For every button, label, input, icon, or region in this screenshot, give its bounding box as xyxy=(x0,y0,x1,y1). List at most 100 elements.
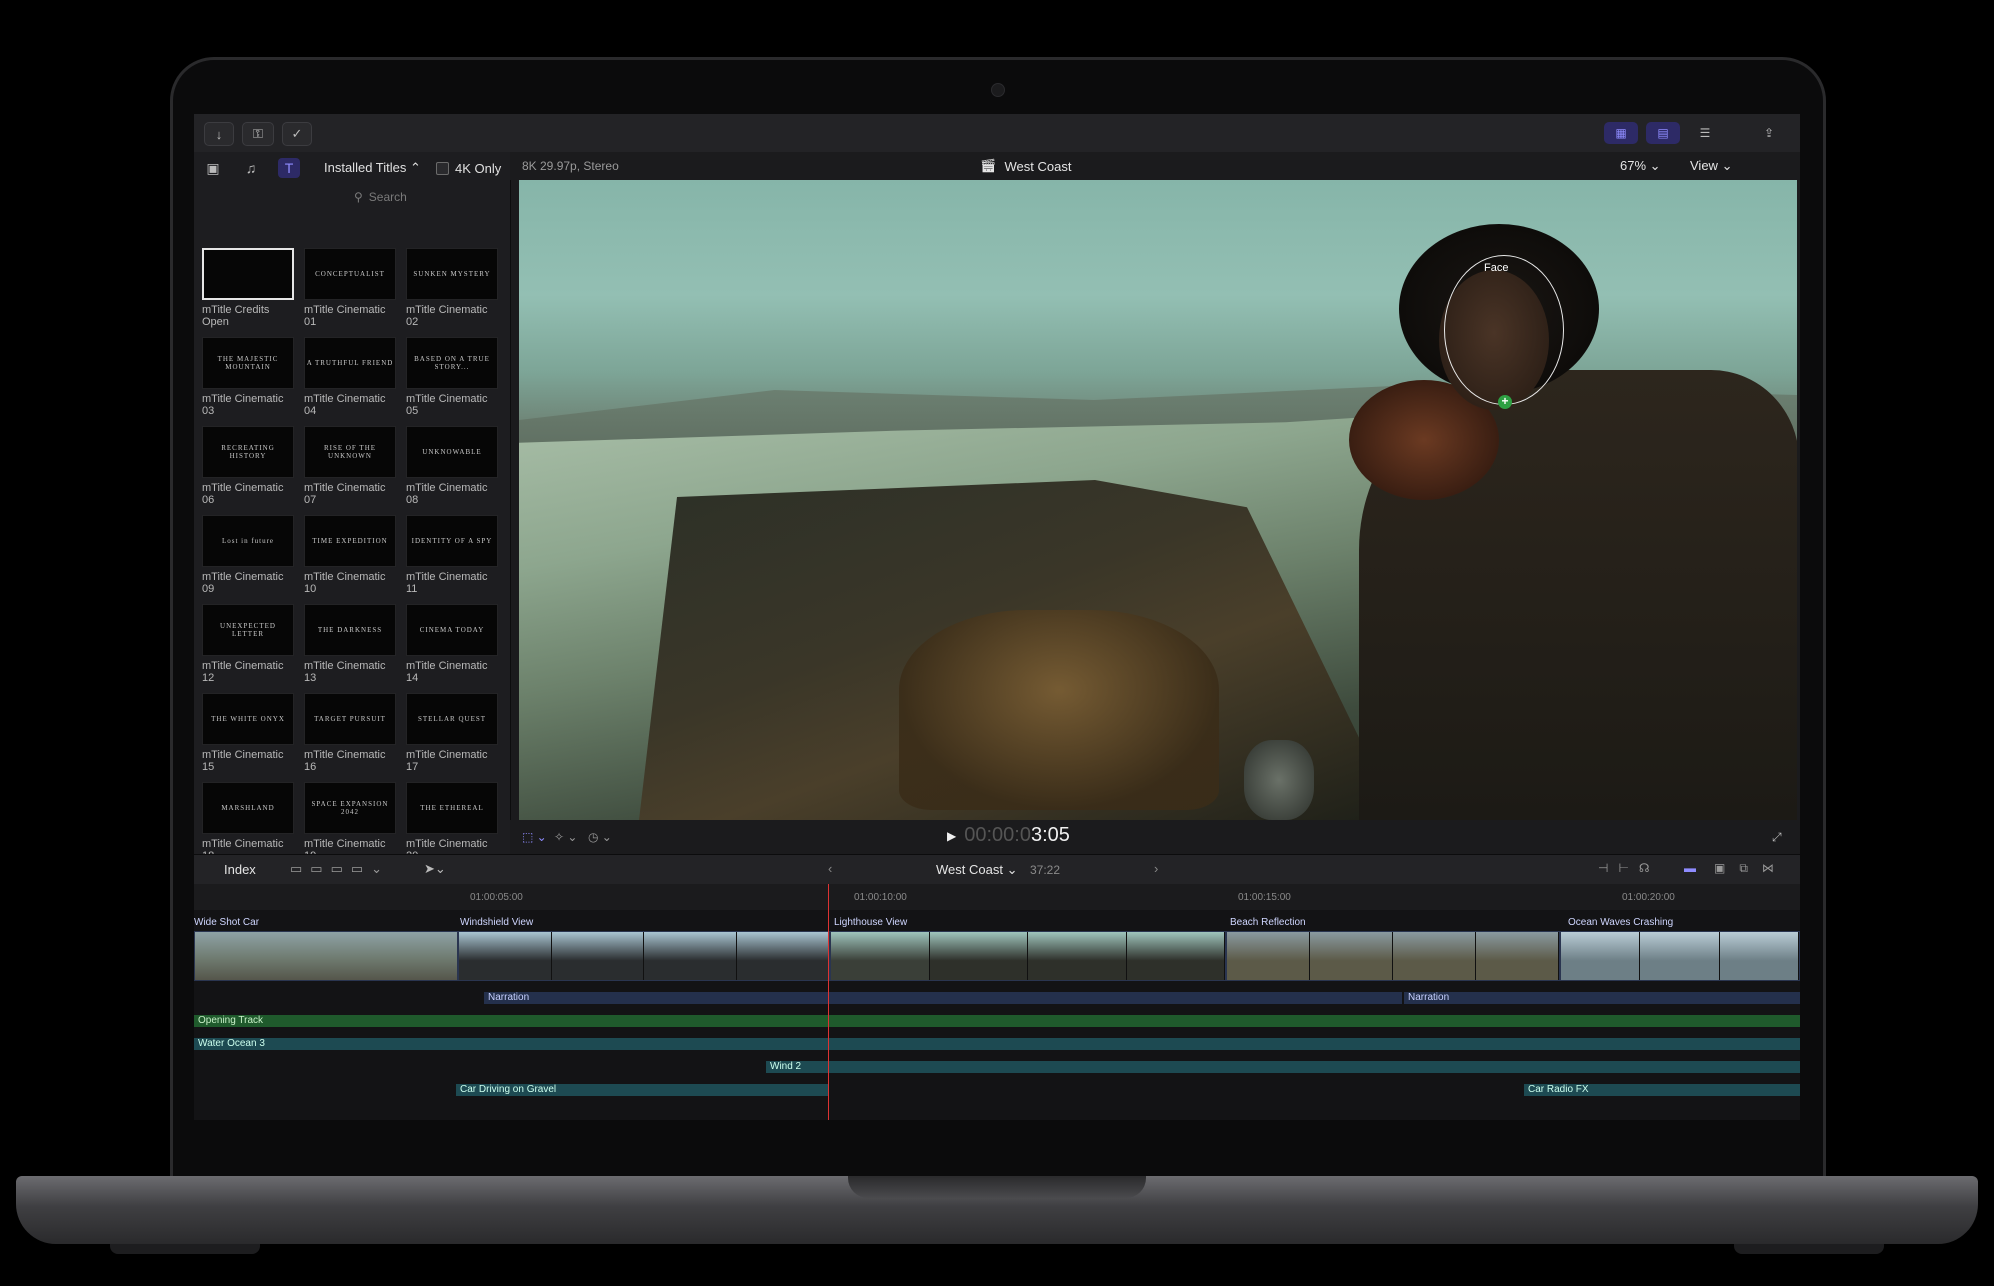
add-point-icon[interactable]: + xyxy=(1498,395,1512,409)
search-input[interactable]: ⚲ Search xyxy=(354,187,504,207)
title-thumbnail: Lost in future xyxy=(202,515,294,567)
frame xyxy=(644,932,737,980)
frame xyxy=(551,932,644,980)
face-tracking-mask[interactable] xyxy=(1444,255,1564,405)
transform-icon[interactable]: ⬚ ⌄ xyxy=(522,830,547,844)
viewer-canvas[interactable]: Face + xyxy=(519,180,1797,820)
timeline-ruler[interactable]: 01:00:05:00 01:00:10:00 01:00:15:00 01:0… xyxy=(194,884,1800,911)
title-tile[interactable]: mTitle Credits Open xyxy=(202,248,294,328)
title-thumbnail xyxy=(202,248,294,300)
speed-icon[interactable]: ◷ ⌄ xyxy=(588,830,612,844)
laptop-notch xyxy=(848,1176,1146,1198)
libraries-icon[interactable]: ▣ xyxy=(202,158,224,178)
audio-clip-car-radio[interactable]: Car Radio FX xyxy=(1524,1084,1800,1096)
title-tile[interactable]: TIME EXPEDITION mTitle Cinematic 10 xyxy=(304,515,396,595)
title-name: mTitle Cinematic 03 xyxy=(202,393,284,417)
share-icon[interactable]: ⇪ xyxy=(1752,122,1786,144)
title-tile[interactable]: A TRUTHFUL FRIEND mTitle Cinematic 04 xyxy=(304,337,396,417)
title-tile[interactable]: Lost in future mTitle Cinematic 09 xyxy=(202,515,294,595)
inspector-icon[interactable]: ☰ xyxy=(1688,122,1722,144)
clip-label: Wide Shot Car xyxy=(194,917,260,928)
title-thumbnail: A TRUTHFUL FRIEND xyxy=(304,337,396,389)
4k-only-checkbox[interactable]: 4K Only xyxy=(436,161,501,176)
title-tile[interactable]: TARGET PURSUIT mTitle Cinematic 16 xyxy=(304,693,396,773)
frame xyxy=(1028,932,1127,980)
title-tile[interactable]: SUNKEN MYSTERY mTitle Cinematic 02 xyxy=(406,248,498,328)
title-name: mTitle Cinematic 16 xyxy=(304,749,386,773)
title-name: mTitle Cinematic 15 xyxy=(202,749,284,773)
title-tile[interactable]: STELLAR QUEST mTitle Cinematic 17 xyxy=(406,693,498,773)
audio-clip-narration[interactable]: Narration xyxy=(484,992,1402,1004)
forward-icon[interactable]: › xyxy=(1154,861,1158,876)
title-tile[interactable]: RECREATING HISTORY mTitle Cinematic 06 xyxy=(202,426,294,506)
photos-audio-icon[interactable]: ♫ xyxy=(240,158,262,178)
title-name: mTitle Cinematic 17 xyxy=(406,749,488,773)
title-tile[interactable]: BASED ON A TRUE STORY... mTitle Cinematic… xyxy=(406,337,498,417)
frame xyxy=(1719,932,1799,980)
title-name: mTitle Cinematic 14 xyxy=(406,660,488,684)
background-tasks-icon[interactable]: ✓ xyxy=(282,122,312,146)
title-tile[interactable]: THE ETHEREALmTitle Cinematic 20 xyxy=(406,782,498,862)
title-tile[interactable]: THE WHITE ONYX mTitle Cinematic 15 xyxy=(202,693,294,773)
browser-view-icon[interactable]: ▦ xyxy=(1604,122,1638,144)
audio-clip-wind[interactable]: Wind 2 xyxy=(766,1061,1800,1073)
fullscreen-icon[interactable]: ⤢ xyxy=(1772,830,1782,845)
title-thumbnail: RECREATING HISTORY xyxy=(202,426,294,478)
title-thumbnail: MARSHLAND xyxy=(202,782,294,834)
title-tile[interactable]: THE MAJESTIC MOUNTAIN mTitle Cinematic 03 xyxy=(202,337,294,417)
timeline-options-icon[interactable]: ▣⧉⋈ xyxy=(1714,861,1788,876)
audio-clip-narration[interactable]: Narration xyxy=(1404,992,1800,1004)
title-tile[interactable]: THE DARKNESS mTitle Cinematic 13 xyxy=(304,604,396,684)
back-icon[interactable]: ‹ xyxy=(828,861,832,876)
timeline-tools-icon[interactable]: ⊣⊢☊ xyxy=(1598,861,1660,875)
side-mirror xyxy=(1244,740,1314,820)
view-menu[interactable]: View ⌄ xyxy=(1690,158,1732,174)
audio-clip-opening-track[interactable]: Opening Track xyxy=(194,1015,1800,1027)
title-thumbnail: THE MAJESTIC MOUNTAIN xyxy=(202,337,294,389)
main-toolbar: ↓ ⚿ ✓ ▦ ▤ ☰ ⇪ xyxy=(194,114,1800,153)
transport-bar: ⬚ ⌄ ✧ ⌄ ◷ ⌄ ▶ 00:00:0 3:05 ⤢ xyxy=(510,820,1800,854)
title-tile[interactable]: SPACE EXPANSION 2042mTitle Cinematic 19 xyxy=(304,782,396,862)
titles-generators-icon[interactable]: T xyxy=(278,158,300,178)
title-tile[interactable]: IDENTITY OF A SPY mTitle Cinematic 11 xyxy=(406,515,498,595)
edit-buttons-icon[interactable]: ▭▭▭▭⌄ xyxy=(290,861,390,877)
title-tile[interactable]: MARSHLANDmTitle Cinematic 18 xyxy=(202,782,294,862)
index-button[interactable]: Index xyxy=(224,862,256,877)
title-name: mTitle Cinematic 06 xyxy=(202,482,284,506)
title-thumbnail: THE ETHEREAL xyxy=(406,782,498,834)
timeline-tracks[interactable]: Wide Shot Car Windshield View Lighthouse… xyxy=(194,910,1800,1120)
video-clip-beach-reflection[interactable] xyxy=(1226,931,1560,981)
timeline-view-icon[interactable]: ▤ xyxy=(1646,122,1680,144)
audio-clip-water-ocean[interactable]: Water Ocean 3 xyxy=(194,1038,1800,1050)
zoom-menu[interactable]: 67% ⌄ xyxy=(1620,158,1661,174)
title-tile[interactable]: CONCEPTUALIST mTitle Cinematic 01 xyxy=(304,248,396,328)
title-tile[interactable]: UNKNOWABLE mTitle Cinematic 08 xyxy=(406,426,498,506)
audio-clip-car-gravel[interactable]: Car Driving on Gravel xyxy=(456,1084,828,1096)
video-clip-lighthouse-view[interactable] xyxy=(830,931,1226,981)
clapper-icon: 🎬︎ xyxy=(980,158,997,173)
title-tile[interactable]: UNEXPECTED LETTER mTitle Cinematic 12 xyxy=(202,604,294,684)
title-name: mTitle Cinematic 08 xyxy=(406,482,488,506)
frame xyxy=(1310,932,1393,980)
select-tool-icon[interactable]: ➤⌄ xyxy=(424,861,446,877)
timecode-display: ▶ 00:00:0 3:05 xyxy=(947,824,1070,847)
laptop-foot xyxy=(110,1244,260,1254)
enhance-icon[interactable]: ✧ ⌄ xyxy=(554,830,577,844)
library-select[interactable]: Installed Titles ⌃ xyxy=(324,160,421,176)
title-name: mTitle Cinematic 13 xyxy=(304,660,386,684)
video-clip-wide-shot-car[interactable] xyxy=(194,931,458,981)
video-clip-windshield-view[interactable] xyxy=(458,931,830,981)
keyword-icon[interactable]: ⚿ xyxy=(242,122,274,146)
ruler-tick: 01:00:05:00 xyxy=(470,892,523,903)
video-clip-ocean-waves[interactable] xyxy=(1560,931,1800,981)
timecode-dim: 00:00:0 xyxy=(964,824,1031,846)
title-tile[interactable]: RISE OF THE UNKNOWN mTitle Cinematic 07 xyxy=(304,426,396,506)
title-tile[interactable]: CINEMA TODAY mTitle Cinematic 14 xyxy=(406,604,498,684)
viewer-format: 8K 29.97p, Stereo xyxy=(522,159,619,173)
import-icon[interactable]: ↓ xyxy=(204,122,234,146)
play-icon[interactable]: ▶ xyxy=(947,829,956,843)
playhead[interactable] xyxy=(828,884,829,1120)
clip-appearance-icon[interactable]: ▬ xyxy=(1684,861,1696,875)
search-icon: ⚲ xyxy=(354,190,363,204)
project-menu[interactable]: West Coast ⌄ xyxy=(936,862,1017,878)
